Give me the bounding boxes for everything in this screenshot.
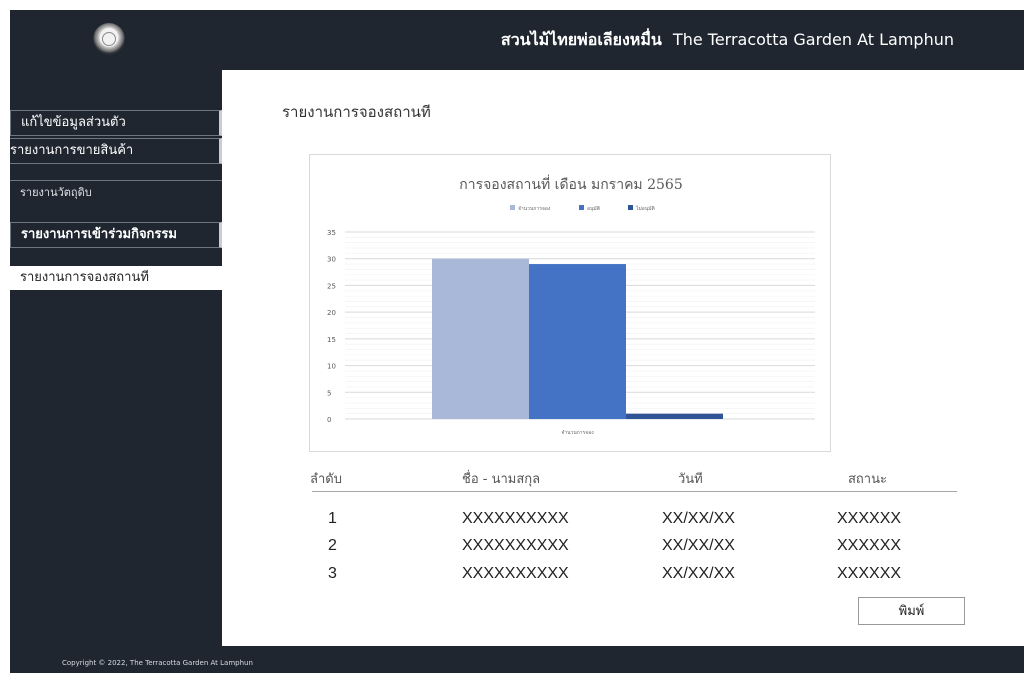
sidebar-item-label: รายงานการเข้าร่วมกิจกรรม (21, 227, 177, 242)
table-cell-status: XXXXXX (837, 510, 902, 527)
bar (626, 413, 723, 419)
site-title-thai: สวนไม้ไทยพ่อเลียงหมื่น (500, 30, 662, 49)
legend-swatch (628, 205, 633, 210)
chart-title: การจองสถานที่ เดือน มกราคม 2565 (459, 175, 683, 193)
chart-svg: การจองสถานที่ เดือน มกราคม 2565 จำนวนการจ… (327, 175, 815, 436)
y-tick-label: 35 (327, 229, 336, 237)
sidebar-item-label: รายงานวัตถุดิบ (20, 186, 92, 199)
x-tick-label: จำนวนการจอง (561, 430, 594, 436)
sidebar-item-sales-report[interactable]: รายงานการขายสินค้า (10, 138, 222, 164)
y-tick-label: 25 (327, 282, 336, 290)
table-cell-order: 3 (328, 565, 337, 582)
y-tick-label: 30 (327, 256, 336, 264)
sidebar-item-label: แก้ไขข้อมูลส่วนตัว (21, 115, 126, 130)
sidebar-item-label: รายงานการจองสถานที (20, 270, 149, 285)
sidebar-item-label: รายงานการขายสินค้า (10, 143, 134, 158)
table-cell-name: XXXXXXXXXX (462, 510, 569, 527)
table-cell-date: XX/XX/XX (662, 565, 735, 582)
table-cell-name: XXXXXXXXXX (462, 565, 569, 582)
legend-label: ไม่อนุมัติ (635, 205, 655, 212)
col-header-name: ชื่อ - นามสกุล (462, 472, 541, 487)
print-button[interactable]: พิมพ์ (858, 597, 965, 625)
col-header-status: สถานะ (848, 472, 887, 487)
header-bar: สวนไม้ไทยพ่อเลียงหมื่น The Terracotta Ga… (10, 10, 1024, 70)
sidebar-item-activity-report[interactable]: รายงานการเข้าร่วมกิจกรรม (10, 222, 222, 248)
sidebar-item-venue-report[interactable]: รายงานการจองสถานที (10, 266, 222, 290)
table-cell-status: XXXXXX (837, 565, 902, 582)
app-frame: สวนไม้ไทยพ่อเลียงหมื่น The Terracotta Ga… (10, 10, 1024, 673)
col-header-date: วันที (678, 472, 703, 487)
table-cell-date: XX/XX/XX (662, 537, 735, 554)
main-content: รายงานการจองสถานที การจองสถานที่ เดือน ม… (222, 70, 1024, 646)
y-tick-label: 0 (327, 416, 331, 424)
copyright-text: Copyright © 2022, The Terracotta Garden … (62, 659, 253, 667)
legend-label: จำนวนการจอง (518, 206, 551, 212)
table-cell-status: XXXXXX (837, 537, 902, 554)
site-title-english: The Terracotta Garden At Lamphun (672, 30, 954, 49)
legend-swatch (579, 205, 584, 210)
page-title: รายงานการจองสถานที (282, 103, 431, 121)
legend-swatch (510, 205, 515, 210)
y-tick-label: 15 (327, 336, 336, 344)
y-tick-label: 20 (327, 309, 336, 317)
logo (93, 23, 125, 55)
bar (432, 258, 529, 419)
table-cell-order: 1 (328, 510, 337, 527)
col-header-order: ลำดับ (310, 472, 342, 487)
site-title: สวนไม้ไทยพ่อเลียงหมื่น The Terracotta Ga… (501, 28, 954, 53)
y-tick-label: 10 (327, 363, 336, 371)
table-cell-name: XXXXXXXXXX (462, 537, 569, 554)
bar (529, 264, 626, 419)
sidebar-item-edit-profile[interactable]: แก้ไขข้อมูลส่วนตัว (10, 110, 222, 136)
legend-label: อนุมัติ (587, 205, 600, 212)
table-cell-order: 2 (328, 537, 337, 554)
footer: Copyright © 2022, The Terracotta Garden … (10, 646, 1024, 673)
sidebar: แก้ไขข้อมูลส่วนตัว รายงานการขายสินค้า รา… (10, 70, 222, 646)
sidebar-item-material-report[interactable]: รายงานวัตถุดิบ (10, 180, 222, 205)
table-cell-date: XX/XX/XX (662, 510, 735, 527)
table-header-divider (312, 491, 957, 492)
booking-chart: การจองสถานที่ เดือน มกราคม 2565 จำนวนการจ… (309, 154, 831, 452)
y-tick-label: 5 (327, 389, 331, 397)
